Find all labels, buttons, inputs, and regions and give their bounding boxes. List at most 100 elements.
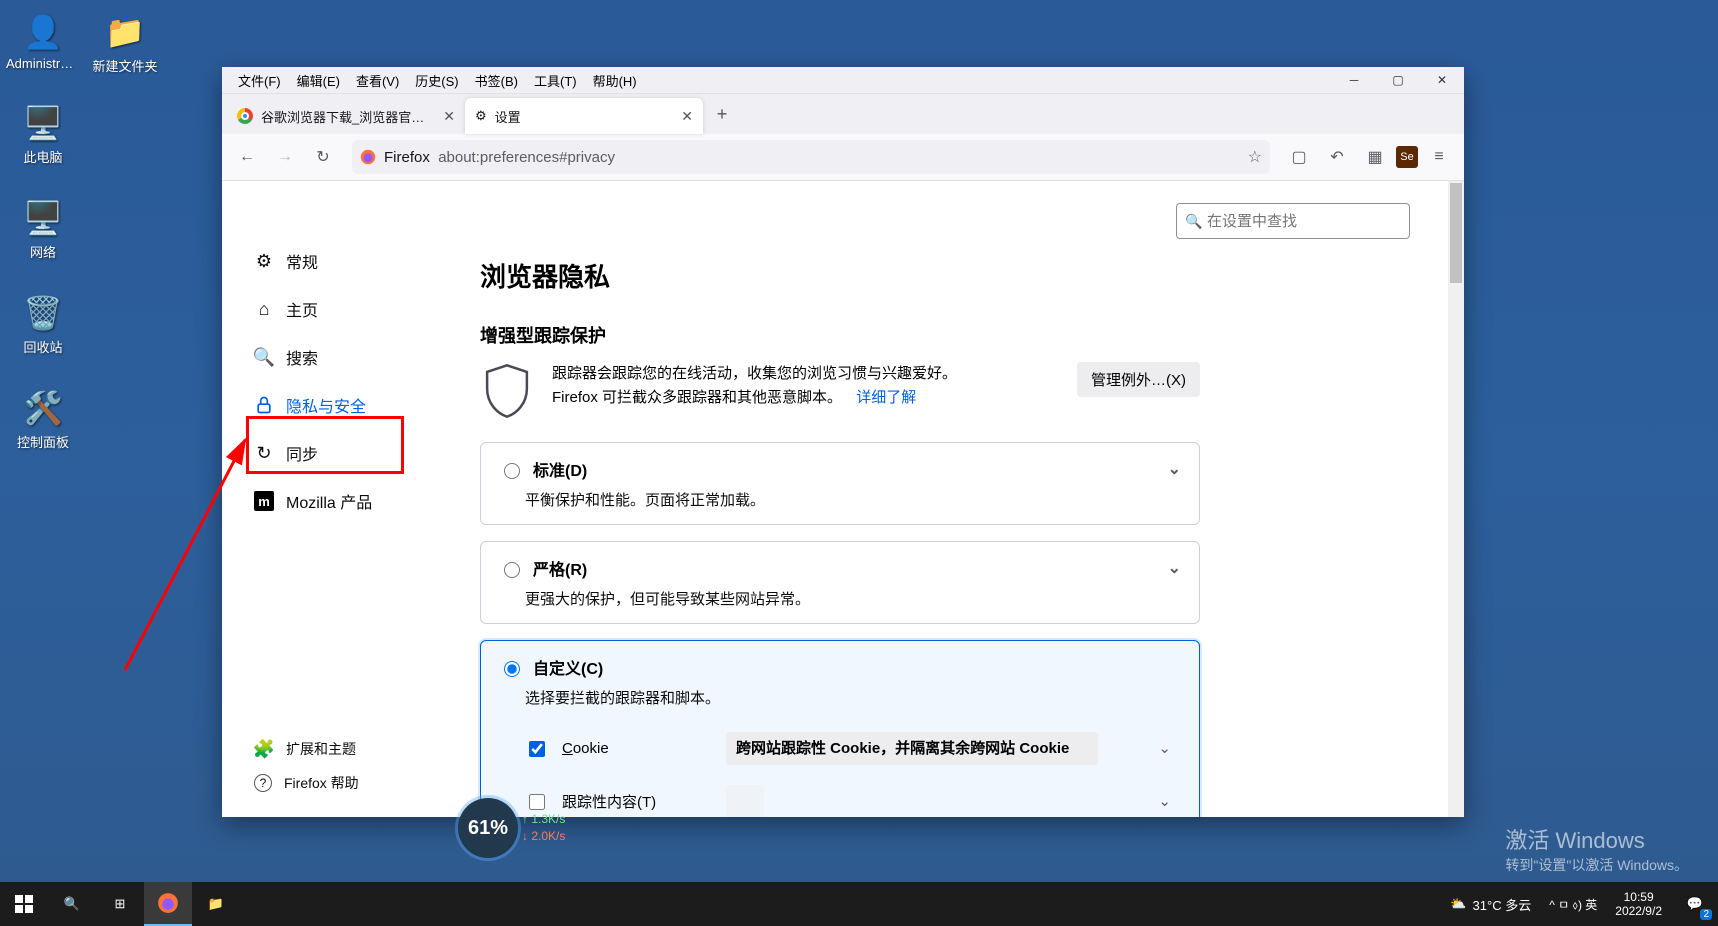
strict-title: 严格(R) (533, 556, 587, 580)
desktop-icon-control-panel[interactable]: 🛠️ 控制面板 (6, 388, 80, 451)
weather-widget[interactable]: ⛅ 31°C 多云 (1440, 895, 1541, 914)
etp-desc-line2: Firefox 可拦截众多跟踪器和其他恶意脚本。 (552, 389, 842, 406)
settings-main: 🔍 浏览器隐私 增强型跟踪保护 跟踪器会跟踪您的在线活动，收集您的浏览习惯与兴趣… (456, 181, 1464, 817)
settings-sidebar: ⚙ 常规 ⌂ 主页 🔍 搜索 隐私与安全 ↻ (222, 181, 456, 817)
page-title: 浏览器隐私 (480, 257, 1200, 294)
system-tray[interactable]: ^ ㅁ ⬨) 英 (1541, 882, 1605, 926)
undo-button[interactable]: ↶ (1320, 140, 1354, 174)
shield-icon (480, 362, 534, 420)
chevron-down-icon: ⌄ (1168, 459, 1181, 479)
weather-icon: ⛅ (1450, 896, 1466, 912)
settings-search-input[interactable] (1176, 203, 1410, 239)
desktop: 👤 Administrator 🖥️ 此电脑 🖥️ 网络 🗑️ 回收站 🛠️ 控… (0, 0, 1718, 926)
category-label: 搜索 (286, 345, 318, 369)
app-menu-button[interactable]: ≡ (1422, 140, 1456, 174)
firefox-window: 文件(F) 编辑(E) 查看(V) 历史(S) 书签(B) 工具(T) 帮助(H… (222, 67, 1464, 817)
category-sync[interactable]: ↻ 同步 (230, 431, 448, 475)
radio-standard[interactable] (504, 463, 520, 479)
forward-button[interactable]: → (268, 140, 302, 174)
upload-speed: ↑ 1.3K/s (522, 811, 565, 828)
trash-icon: 🗑️ (20, 293, 66, 333)
screenshot-button[interactable]: ▢ (1282, 140, 1316, 174)
category-privacy[interactable]: 隐私与安全 (230, 383, 448, 427)
windows-activation-watermark: 激活 Windows 转到"设置"以激活 Windows。 (1505, 826, 1688, 876)
close-button[interactable]: ✕ (1420, 67, 1464, 93)
radio-custom[interactable] (504, 661, 520, 677)
taskbar-clock[interactable]: 10:59 2022/9/2 (1605, 890, 1672, 919)
taskbar-explorer[interactable]: 📁 (192, 882, 240, 926)
menu-history[interactable]: 历史(S) (407, 68, 466, 93)
manage-exceptions-button[interactable]: 管理例外…(X) (1077, 362, 1200, 397)
start-button[interactable] (0, 882, 48, 926)
menu-bookmarks[interactable]: 书签(B) (467, 68, 526, 93)
home-icon: ⌂ (254, 299, 274, 319)
selenium-icon[interactable]: Se (1396, 146, 1418, 168)
desktop-icon-label: 新建文件夹 (92, 59, 157, 74)
custom-tracking-row: 跟踪性内容(T) (525, 775, 1181, 817)
maximize-button[interactable]: ▢ (1376, 67, 1420, 93)
radio-strict[interactable] (504, 562, 520, 578)
tab-chrome-download[interactable]: 谷歌浏览器下载_浏览器官网入口 ✕ (227, 98, 465, 134)
protection-standard[interactable]: 标准(D) ⌄ 平衡保护和性能。页面将正常加载。 (480, 442, 1200, 525)
menu-tools[interactable]: 工具(T) (526, 68, 585, 93)
menu-view[interactable]: 查看(V) (348, 68, 407, 93)
desktop-icon-recycle-bin[interactable]: 🗑️ 回收站 (6, 293, 80, 356)
extensions-link[interactable]: 🧩 扩展和主题 (230, 733, 448, 765)
close-tab-icon[interactable]: ✕ (681, 108, 693, 125)
close-tab-icon[interactable]: ✕ (443, 108, 455, 125)
etp-description: 跟踪器会跟踪您的在线活动，收集您的浏览习惯与兴趣爱好。 Firefox 可拦截众… (552, 362, 1059, 410)
tracking-select[interactable] (726, 785, 764, 817)
category-general[interactable]: ⚙ 常规 (230, 239, 448, 283)
custom-desc: 选择要拦截的跟踪器和脚本。 (525, 687, 1181, 708)
footer-label: 扩展和主题 (286, 739, 356, 759)
footer-label: Firefox 帮助 (284, 773, 359, 793)
folder-icon: 📁 (102, 12, 148, 52)
speed-percent: 61% (458, 798, 518, 858)
protection-custom[interactable]: 自定义(C) 选择要拦截的跟踪器和脚本。 Cookie 跨网站跟踪性 Cooki… (480, 640, 1200, 817)
tab-settings[interactable]: ⚙ 设置 ✕ (465, 98, 703, 134)
watermark-line1: 激活 Windows (1505, 826, 1688, 857)
window-controls: ─ ▢ ✕ (1332, 67, 1464, 93)
network-speed-overlay: 61% ↑ 1.3K/s ↓ 2.0K/s (458, 798, 565, 858)
grid-button[interactable]: ▦ (1358, 140, 1392, 174)
category-home[interactable]: ⌂ 主页 (230, 287, 448, 331)
protection-strict[interactable]: 严格(R) ⌄ 更强大的保护，但可能导致某些网站异常。 (480, 541, 1200, 624)
scrollbar-thumb[interactable] (1450, 183, 1462, 283)
desktop-icon-network[interactable]: 🖥️ 网络 (6, 198, 80, 261)
puzzle-icon: 🧩 (254, 739, 274, 759)
clock-date: 2022/9/2 (1615, 904, 1662, 918)
action-center-button[interactable]: 💬 2 (1672, 882, 1718, 926)
taskbar-firefox[interactable] (144, 882, 192, 926)
cookie-select[interactable]: 跨网站跟踪性 Cookie，并隔离其余跨网站 Cookie (726, 732, 1098, 765)
checkbox-cookie[interactable] (529, 741, 545, 757)
pc-icon: 🖥️ (20, 103, 66, 143)
gear-icon: ⚙ (254, 251, 274, 271)
menu-edit[interactable]: 编辑(E) (289, 68, 348, 93)
menu-help[interactable]: 帮助(H) (585, 68, 645, 93)
control-panel-icon: 🛠️ (20, 388, 66, 428)
desktop-icon-label: 回收站 (23, 340, 62, 355)
scrollbar-track[interactable] (1448, 181, 1464, 817)
search-icon: 🔍 (1185, 213, 1202, 230)
category-search[interactable]: 🔍 搜索 (230, 335, 448, 379)
bookmark-star-icon[interactable]: ☆ (1248, 147, 1262, 167)
help-link[interactable]: ? Firefox 帮助 (230, 767, 448, 799)
gear-icon: ⚙ (475, 108, 487, 124)
reload-button[interactable]: ↻ (306, 140, 340, 174)
notification-badge: 2 (1700, 909, 1712, 920)
desktop-icon-this-pc[interactable]: 🖥️ 此电脑 (6, 103, 80, 166)
firefox-icon (360, 149, 376, 165)
url-bar[interactable]: Firefox about:preferences#privacy ☆ (352, 140, 1270, 174)
new-tab-button[interactable]: + (707, 99, 737, 129)
task-view-button[interactable]: ⊞ (96, 882, 144, 926)
category-mozilla[interactable]: m Mozilla 产品 (230, 479, 448, 523)
chevron-down-icon: ⌄ (1168, 558, 1181, 578)
search-button[interactable]: 🔍 (48, 882, 96, 926)
back-button[interactable]: ← (230, 140, 264, 174)
desktop-icon-admin[interactable]: 👤 Administrator (6, 12, 80, 71)
learn-more-link[interactable]: 详细了解 (856, 389, 916, 406)
desktop-icon-new-folder[interactable]: 📁 新建文件夹 (88, 12, 162, 75)
toolbar: ← → ↻ Firefox about:preferences#privacy … (222, 134, 1464, 181)
minimize-button[interactable]: ─ (1332, 67, 1376, 93)
menu-file[interactable]: 文件(F) (230, 68, 289, 93)
